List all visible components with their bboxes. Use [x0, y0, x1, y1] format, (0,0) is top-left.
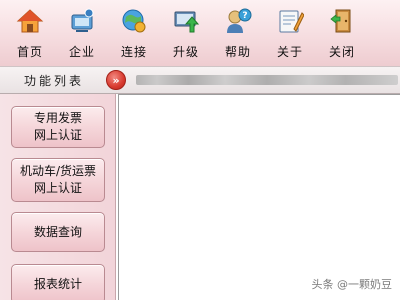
special-invoice-line2: 网上认证 — [33, 128, 82, 142]
help-label: 帮助 — [224, 45, 251, 59]
function-list-title: 功能列表 — [24, 73, 85, 88]
about-icon — [279, 10, 304, 33]
special-invoice-online-auth-button[interactable]: 专用发票 网上认证 — [11, 106, 105, 148]
connect-icon — [122, 9, 146, 33]
close-icon — [330, 9, 351, 33]
help-button[interactable]: ? 帮助 — [212, 3, 264, 63]
help-icon: ? — [227, 8, 252, 33]
main-content-area: 头条 @一颗奶豆 — [118, 94, 400, 300]
enterprise-label: 企业 — [68, 45, 95, 59]
expand-chevron-icon[interactable]: » — [106, 70, 126, 90]
special-invoice-line1: 专用发票 — [33, 111, 82, 125]
blurred-info-text — [136, 75, 398, 85]
watermark-text: 头条 @一颗奶豆 — [311, 278, 393, 291]
home-icon — [16, 9, 44, 33]
connect-label: 连接 — [120, 45, 147, 59]
function-list-bar: 功能列表 » — [0, 66, 400, 94]
data-query-label: 数据查询 — [33, 224, 82, 239]
enterprise-button[interactable]: 企业 — [56, 3, 108, 63]
main-toolbar: 首页 企业 连接 升级 ? 帮助 关于 关闭 — [0, 0, 400, 66]
svg-text:?: ? — [242, 11, 247, 21]
data-query-button[interactable]: 数据查询 — [11, 212, 105, 252]
upgrade-icon — [174, 11, 200, 33]
home-button[interactable]: 首页 — [4, 3, 56, 63]
enterprise-icon — [71, 8, 94, 32]
vehicle-freight-line2: 网上认证 — [33, 181, 82, 195]
vehicle-freight-line1: 机动车/货运票 — [19, 164, 97, 178]
report-statistics-button[interactable]: 报表统计 — [11, 264, 105, 300]
about-button[interactable]: 关于 — [264, 3, 316, 63]
function-sidebar: 专用发票 网上认证 机动车/货运票 网上认证 数据查询 报表统计 — [0, 94, 116, 300]
about-label: 关于 — [276, 45, 303, 59]
vehicle-freight-invoice-auth-button[interactable]: 机动车/货运票 网上认证 — [11, 158, 105, 202]
home-label: 首页 — [16, 45, 43, 59]
connect-button[interactable]: 连接 — [108, 3, 160, 63]
report-statistics-label: 报表统计 — [33, 276, 82, 291]
upgrade-label: 升级 — [172, 45, 199, 59]
upgrade-button[interactable]: 升级 — [160, 3, 212, 63]
close-label: 关闭 — [328, 45, 355, 59]
close-button[interactable]: 关闭 — [316, 3, 368, 63]
